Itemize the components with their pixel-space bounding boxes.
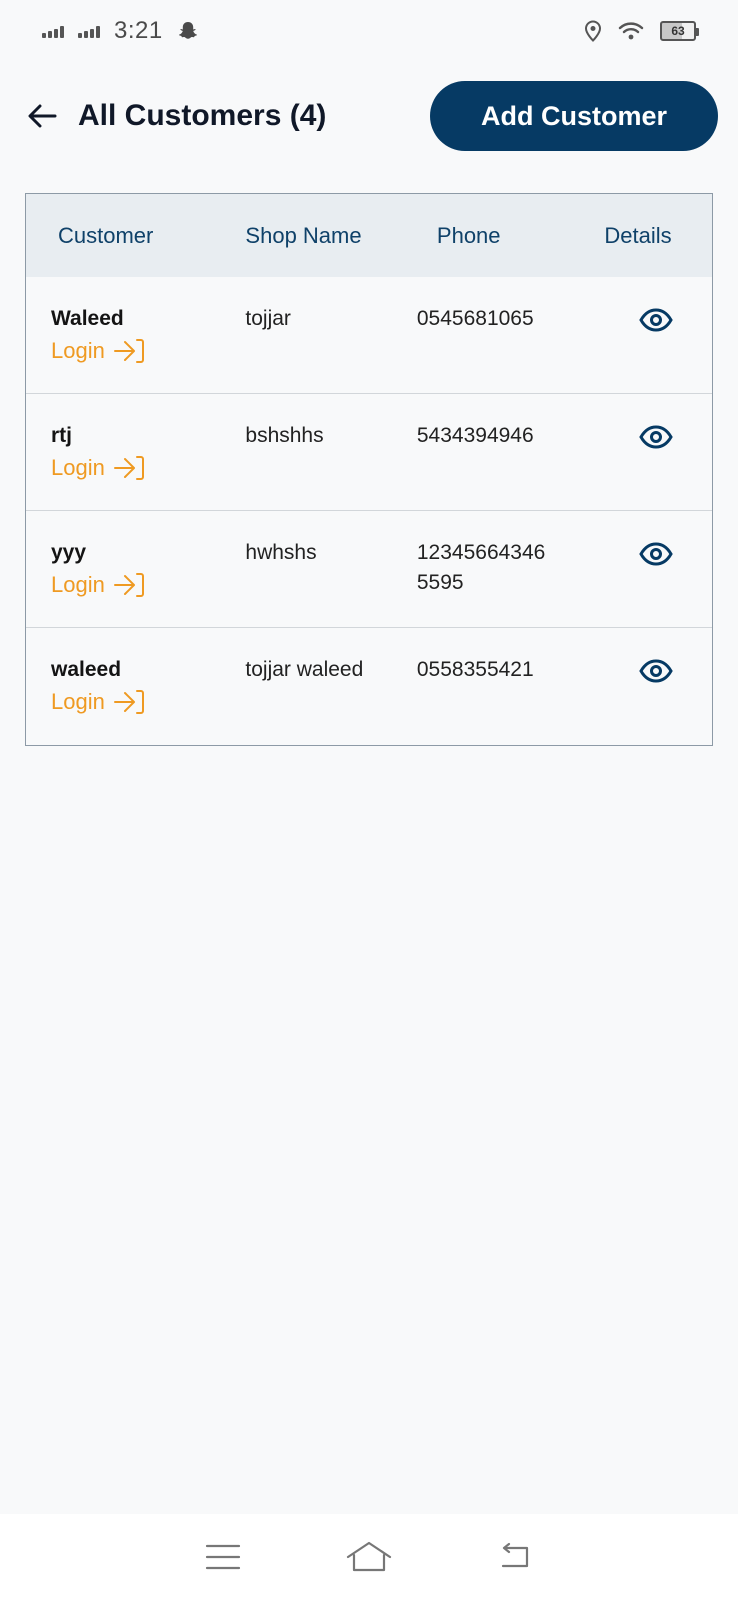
status-bar: 3:21 63 xyxy=(0,0,738,62)
phone-cell: 0558355421 xyxy=(416,658,534,681)
battery-level: 63 xyxy=(671,24,685,38)
signal-icon xyxy=(42,24,64,38)
location-icon xyxy=(584,20,602,42)
column-header-customer: Customer xyxy=(58,222,154,248)
customer-cell: waleed Login xyxy=(26,655,215,745)
login-link[interactable]: Login xyxy=(51,687,215,717)
back-button[interactable] xyxy=(22,96,62,136)
nav-home-button[interactable] xyxy=(345,1537,393,1577)
table-row: Waleed Login tojjar 0545681065 xyxy=(26,277,712,394)
shop-name-cell: hwhshs xyxy=(245,541,317,564)
shop-name-cell: bshshhs xyxy=(245,424,324,447)
customer-name: Waleed xyxy=(51,307,124,330)
eye-icon[interactable] xyxy=(639,659,674,683)
nav-back-button[interactable] xyxy=(491,1537,539,1577)
system-nav-bar xyxy=(0,1514,738,1600)
table-row: rtj Login bshshhs 5434394946 xyxy=(26,394,712,511)
wifi-icon xyxy=(618,22,644,40)
login-link[interactable]: Login xyxy=(51,570,215,600)
login-label: Login xyxy=(51,455,105,480)
status-right: 63 xyxy=(584,20,699,42)
login-arrow-icon xyxy=(113,339,144,363)
menu-icon xyxy=(205,1544,241,1570)
login-arrow-icon xyxy=(113,690,144,714)
customer-name: yyy xyxy=(51,541,87,564)
customer-name: waleed xyxy=(51,658,122,681)
header: All Customers (4) Add Customer xyxy=(0,80,738,152)
phone-cell: 12345664346 5595 xyxy=(416,541,546,594)
login-link[interactable]: Login xyxy=(51,336,215,366)
snapchat-icon xyxy=(178,22,197,39)
details-cell xyxy=(574,538,712,627)
column-header-shop-name: Shop Name xyxy=(245,222,362,248)
details-cell xyxy=(574,655,712,745)
login-label: Login xyxy=(51,689,105,714)
eye-icon[interactable] xyxy=(639,425,674,449)
details-cell xyxy=(574,304,712,393)
table-row: waleed Login tojjar waleed 0558355421 xyxy=(26,628,712,745)
login-link[interactable]: Login xyxy=(51,453,215,483)
status-left: 3:21 xyxy=(42,17,199,45)
customer-cell: Waleed Login xyxy=(26,304,215,393)
customer-cell: yyy Login xyxy=(26,538,215,627)
customer-cell: rtj Login xyxy=(26,421,215,510)
column-header-phone: Phone xyxy=(436,222,501,248)
battery-icon: 63 xyxy=(660,21,699,41)
home-icon xyxy=(346,1541,392,1572)
back-icon xyxy=(501,1542,529,1568)
phone-cell: 5434394946 xyxy=(416,424,534,447)
signal-icon-2 xyxy=(78,24,100,38)
page-title: All Customers (4) xyxy=(78,99,327,132)
phone-cell: 0545681065 xyxy=(416,307,534,330)
table-header: Customer Shop Name Phone Details xyxy=(26,194,712,277)
login-label: Login xyxy=(51,572,105,597)
shop-name-cell: tojjar xyxy=(245,307,291,330)
clock: 3:21 xyxy=(114,17,163,44)
arrow-left-icon xyxy=(28,104,57,128)
eye-icon[interactable] xyxy=(639,308,674,332)
login-arrow-icon xyxy=(113,573,144,597)
shop-name-cell: tojjar waleed xyxy=(245,658,364,681)
login-label: Login xyxy=(51,338,105,363)
nav-menu-button[interactable] xyxy=(199,1537,247,1577)
login-arrow-icon xyxy=(113,456,144,480)
column-header-details: Details xyxy=(604,222,672,248)
add-customer-button[interactable]: Add Customer xyxy=(430,81,718,151)
customer-name: rtj xyxy=(51,424,72,447)
screen: 3:21 63 All Customers (4) Add Customer C… xyxy=(0,0,738,1600)
eye-icon[interactable] xyxy=(639,542,674,566)
customers-table: Customer Shop Name Phone Details Waleed … xyxy=(25,193,713,746)
table-row: yyy Login hwhshs 12345664346 5595 xyxy=(26,511,712,628)
details-cell xyxy=(574,421,712,510)
